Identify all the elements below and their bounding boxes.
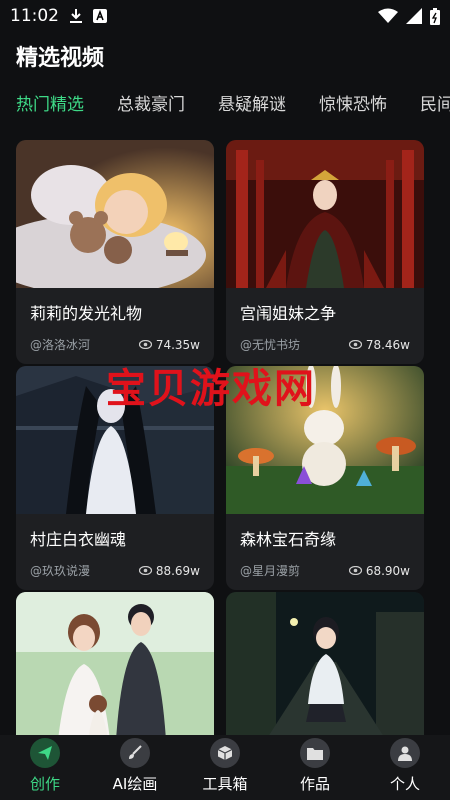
watermark-text: 宝贝游戏网 (106, 366, 316, 412)
video-author: @无忧书坊 (240, 338, 301, 352)
video-author: @星月漫剪 (240, 564, 301, 578)
video-views: 74.35w (155, 337, 200, 352)
video-card[interactable]: 莉莉的发光礼物 @洛洛冰河 74.35w (16, 140, 214, 364)
nav-ai-painting[interactable]: AI绘画 (90, 735, 180, 800)
nav-label: 工具箱 (202, 775, 248, 793)
tab-ceo-wealthy[interactable]: 总裁豪门 (117, 90, 185, 120)
wifi-icon (378, 8, 398, 23)
tab-mystery[interactable]: 悬疑解谜 (218, 90, 286, 120)
video-thumbnail (226, 140, 424, 288)
video-card[interactable] (226, 592, 424, 735)
eye-icon (138, 566, 152, 575)
bottom-nav: 创作 AI绘画 工具箱 作品 个人 (0, 735, 450, 800)
download-icon (70, 9, 82, 23)
page-title: 精选视频 (16, 46, 105, 71)
video-grid: 莉莉的发光礼物 @洛洛冰河 74.35w 宫闱姐妹之争 @无忧书坊 78.46w… (0, 140, 450, 735)
nav-label: 创作 (29, 775, 60, 793)
battery-icon (430, 7, 440, 25)
folder-icon (300, 738, 330, 768)
paper-plane-icon (30, 738, 60, 768)
video-author: @玖玖说漫 (30, 564, 91, 578)
tab-hot-picks[interactable]: 热门精选 (16, 90, 84, 120)
eye-icon (348, 566, 362, 575)
nav-label: 作品 (299, 775, 330, 793)
brush-icon (120, 738, 150, 768)
video-title: 宫闱姐妹之争 (240, 304, 337, 323)
video-views: 88.69w (155, 563, 200, 578)
nav-create[interactable]: 创作 (0, 735, 90, 800)
signal-icon (406, 8, 422, 24)
video-thumbnail (16, 592, 214, 735)
person-icon (390, 738, 420, 768)
nav-profile[interactable]: 个人 (360, 735, 450, 800)
video-title: 村庄白衣幽魂 (30, 530, 127, 549)
tab-horror[interactable]: 惊悚恐怖 (319, 90, 387, 120)
eye-icon (348, 340, 362, 349)
box-icon (210, 738, 240, 768)
nav-toolbox[interactable]: 工具箱 (180, 735, 270, 800)
status-time: 11:02 (10, 6, 59, 26)
video-views: 68.90w (365, 563, 410, 578)
video-card[interactable]: 宫闱姐妹之争 @无忧书坊 78.46w (226, 140, 424, 364)
tab-folk[interactable]: 民间 (420, 90, 450, 120)
video-card[interactable] (16, 592, 214, 735)
video-title: 森林宝石奇缘 (240, 530, 337, 549)
nav-works[interactable]: 作品 (270, 735, 360, 800)
nav-label: AI绘画 (112, 775, 158, 793)
nav-label: 个人 (389, 775, 420, 793)
video-views: 78.46w (365, 337, 410, 352)
status-bar: 11:02 (0, 0, 450, 32)
video-thumbnail (226, 592, 424, 735)
video-author: @洛洛冰河 (30, 338, 91, 352)
video-thumbnail (16, 140, 214, 288)
video-title: 莉莉的发光礼物 (30, 304, 143, 323)
category-tabs: 热门精选 总裁豪门 悬疑解谜 惊悚恐怖 民间 (0, 90, 450, 120)
eye-icon (138, 340, 152, 349)
font-a-icon (93, 9, 107, 23)
